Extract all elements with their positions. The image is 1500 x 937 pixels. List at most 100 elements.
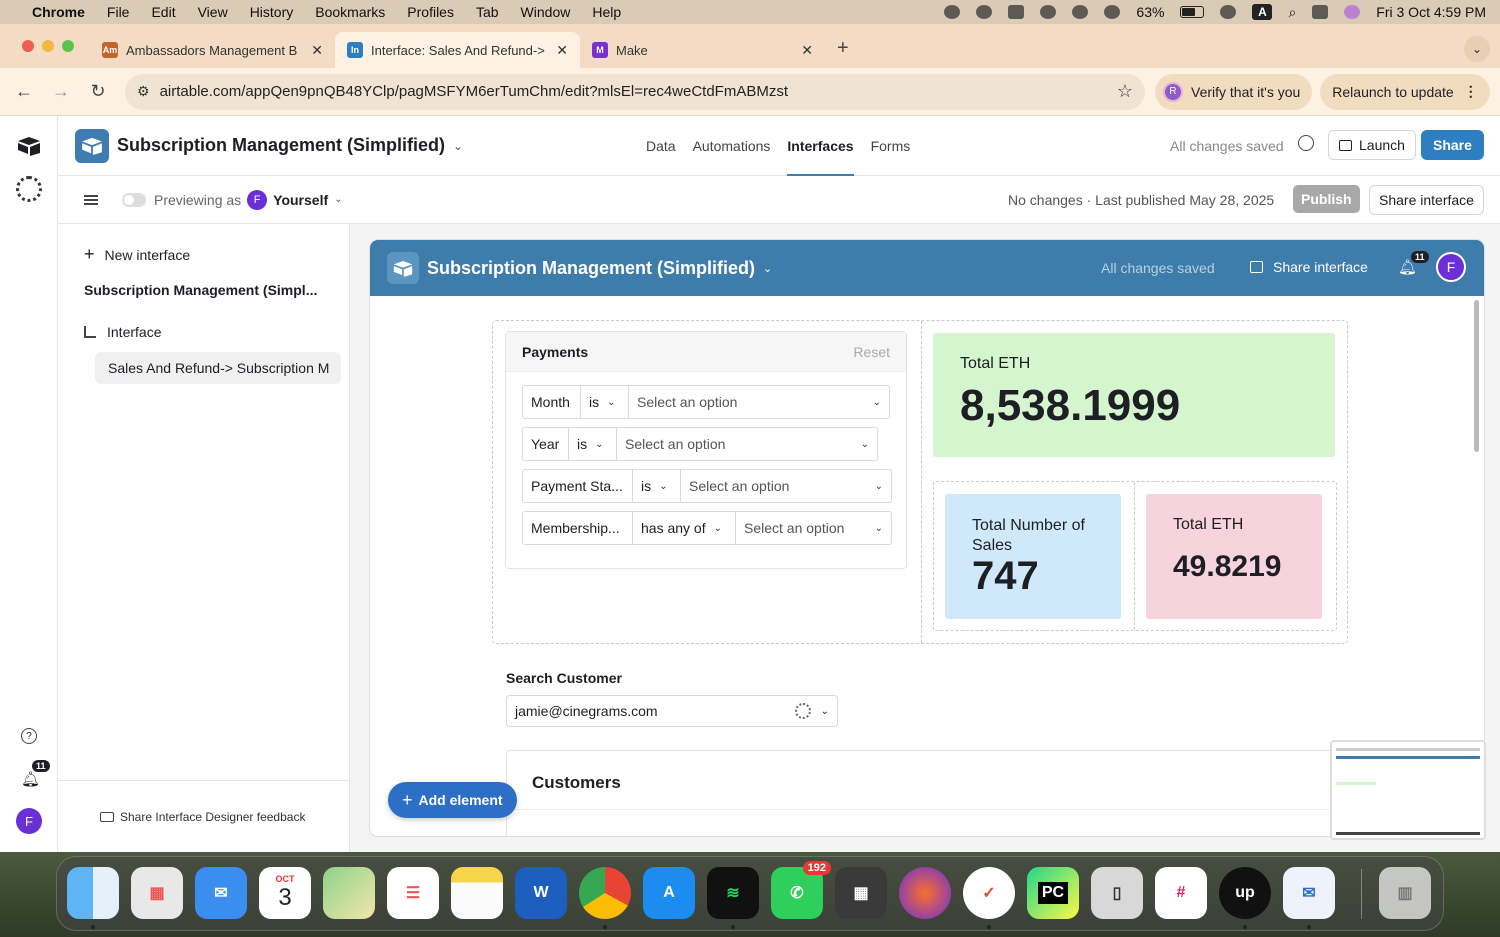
siri-icon[interactable] bbox=[1344, 5, 1361, 19]
menu-view[interactable]: View bbox=[198, 4, 228, 20]
tab-interfaces[interactable]: Interfaces bbox=[787, 116, 854, 176]
filter-operator[interactable]: is ⌄ bbox=[633, 470, 681, 502]
simulator-icon[interactable]: ▯ bbox=[1091, 867, 1143, 919]
menu-bookmarks[interactable]: Bookmarks bbox=[315, 4, 385, 20]
maps-icon[interactable] bbox=[323, 867, 375, 919]
ticktick-icon[interactable]: ✓ bbox=[963, 867, 1015, 929]
spotify-icon[interactable]: ≋ bbox=[707, 867, 759, 929]
help-icon[interactable]: ? bbox=[21, 728, 37, 744]
workspace-icon[interactable] bbox=[16, 176, 42, 202]
add-element-button[interactable]: + Add element bbox=[388, 782, 517, 818]
feedback-link[interactable]: Share Interface Designer feedback bbox=[58, 780, 350, 852]
browser-tab[interactable]: Am Ambassadors Management B ✕ bbox=[90, 32, 335, 68]
account-avatar[interactable]: F bbox=[16, 808, 42, 834]
wifi-icon[interactable] bbox=[1220, 5, 1237, 19]
history-icon[interactable] bbox=[1298, 135, 1314, 151]
filter-value-select[interactable]: Select an option ⌄ bbox=[629, 386, 889, 418]
menu-history[interactable]: History bbox=[250, 4, 294, 20]
whatsapp-icon[interactable]: ✆ 192 bbox=[771, 861, 831, 919]
chevron-down-icon[interactable]: ⌄ bbox=[334, 194, 342, 205]
filter-operator[interactable]: is ⌄ bbox=[581, 386, 629, 418]
account-avatar[interactable]: F bbox=[1436, 252, 1466, 282]
menu-help[interactable]: Help bbox=[592, 4, 621, 20]
user-status-icon[interactable] bbox=[976, 5, 993, 19]
battery-icon[interactable] bbox=[1180, 6, 1205, 18]
display-icon[interactable] bbox=[1008, 5, 1025, 19]
input-source-icon[interactable]: A bbox=[1252, 4, 1273, 20]
slack-icon[interactable]: # bbox=[1155, 867, 1207, 919]
calendar-icon[interactable]: OCT 3 bbox=[259, 867, 311, 919]
menu-app-name[interactable]: Chrome bbox=[32, 4, 85, 20]
trash-icon[interactable]: ▥ bbox=[1379, 867, 1431, 919]
interface-share-button[interactable]: Share interface bbox=[1250, 259, 1368, 275]
firefox-icon[interactable] bbox=[899, 867, 951, 919]
menu-icon[interactable] bbox=[84, 194, 98, 205]
close-window-button[interactable] bbox=[22, 40, 34, 52]
tab-automations[interactable]: Automations bbox=[693, 116, 771, 176]
minimize-window-button[interactable] bbox=[42, 40, 54, 52]
play-icon[interactable] bbox=[1104, 5, 1121, 19]
share-button[interactable]: Share bbox=[1421, 130, 1484, 160]
forward-icon[interactable]: → bbox=[47, 78, 75, 106]
launchpad-icon[interactable]: ▦ bbox=[131, 867, 183, 919]
close-tab-icon[interactable]: ✕ bbox=[311, 42, 323, 59]
spotlight-search-icon[interactable]: ⌕ bbox=[1288, 4, 1296, 21]
control-center-icon[interactable] bbox=[1312, 5, 1329, 19]
new-tab-icon[interactable]: + bbox=[837, 37, 849, 60]
launch-button[interactable]: Launch bbox=[1328, 130, 1416, 160]
preview-user-name[interactable]: Yourself bbox=[273, 192, 328, 208]
url-text[interactable]: airtable.com/appQen9pnQB48YClp/pagMSFYM6… bbox=[160, 83, 788, 100]
menu-edit[interactable]: Edit bbox=[151, 4, 175, 20]
menu-tab[interactable]: Tab bbox=[476, 4, 499, 20]
menu-window[interactable]: Window bbox=[521, 4, 571, 20]
new-interface-button[interactable]: + New interface bbox=[84, 244, 190, 265]
address-bar[interactable]: ⚙ airtable.com/appQen9pnQB48YClp/pagMSFY… bbox=[125, 73, 1145, 110]
upwork-icon[interactable]: up bbox=[1219, 867, 1271, 929]
chevron-down-icon[interactable]: ⌄ bbox=[821, 706, 829, 717]
tab-search-icon[interactable]: ⌄ bbox=[1464, 36, 1490, 62]
zoom-window-button[interactable] bbox=[62, 40, 74, 52]
upwork-status-icon[interactable] bbox=[944, 5, 961, 19]
kpi-total-sales[interactable]: Total Number of Sales 747 bbox=[945, 494, 1121, 619]
finder-icon[interactable] bbox=[67, 867, 119, 929]
kpi-total-eth[interactable]: Total ETH 8,538.1999 bbox=[933, 333, 1335, 457]
mail-app-icon[interactable]: ✉ bbox=[1283, 867, 1335, 929]
tab-data[interactable]: Data bbox=[646, 116, 676, 176]
base-name[interactable]: Subscription Management (Simplified) bbox=[117, 135, 445, 156]
browser-tab[interactable]: M Make ✕ bbox=[580, 32, 825, 68]
chevron-down-icon[interactable]: ⌄ bbox=[453, 139, 463, 153]
more-menu-icon[interactable]: ⋮ bbox=[1464, 83, 1478, 100]
browser-tab-active[interactable]: In Interface: Sales And Refund-> ✕ bbox=[335, 32, 580, 68]
search-customer-select[interactable]: jamie@cinegrams.com ⌄ bbox=[506, 695, 838, 727]
scrollbar[interactable] bbox=[1474, 300, 1479, 452]
pycharm-icon[interactable]: PC bbox=[1027, 867, 1079, 919]
sidebar-page-item[interactable]: Sales And Refund-> Subscription M bbox=[95, 352, 341, 384]
airtable-logo-icon[interactable] bbox=[17, 136, 41, 156]
close-tab-icon[interactable]: ✕ bbox=[801, 42, 813, 59]
bluetooth-icon[interactable] bbox=[1040, 5, 1057, 19]
filter-operator[interactable]: has any of ⌄ bbox=[633, 512, 736, 544]
back-icon[interactable]: ← bbox=[10, 78, 38, 106]
reset-button[interactable]: Reset bbox=[853, 344, 890, 360]
calculator-icon[interactable]: ▦ bbox=[835, 867, 887, 919]
reload-icon[interactable]: ↻ bbox=[84, 78, 112, 106]
sidebar-group-interface[interactable]: Interface bbox=[84, 324, 161, 340]
verify-identity-button[interactable]: R Verify that it's you bbox=[1155, 73, 1313, 110]
accessibility-icon[interactable] bbox=[1072, 5, 1089, 19]
publish-button[interactable]: Publish bbox=[1293, 185, 1360, 213]
word-icon[interactable]: W bbox=[515, 867, 567, 919]
notes-icon[interactable] bbox=[451, 867, 503, 919]
site-info-icon[interactable]: ⚙ bbox=[137, 83, 150, 100]
clock[interactable]: Fri 3 Oct 4:59 PM bbox=[1376, 4, 1486, 20]
interface-title[interactable]: Subscription Management (Simplified) bbox=[427, 258, 755, 279]
tab-forms[interactable]: Forms bbox=[871, 116, 911, 176]
close-tab-icon[interactable]: ✕ bbox=[556, 42, 568, 59]
menu-profiles[interactable]: Profiles bbox=[407, 4, 454, 20]
filter-value-select[interactable]: Select an option ⌄ bbox=[617, 428, 877, 460]
screenshot-thumbnail[interactable] bbox=[1330, 740, 1486, 840]
bookmark-star-icon[interactable]: ☆ bbox=[1117, 81, 1133, 102]
notifications-icon[interactable]: 🔔︎ bbox=[21, 770, 40, 788]
share-interface-button[interactable]: Share interface bbox=[1369, 185, 1484, 215]
preview-toggle[interactable] bbox=[122, 192, 146, 207]
kpi-total-eth-2[interactable]: Total ETH 49.8219 bbox=[1146, 494, 1322, 619]
